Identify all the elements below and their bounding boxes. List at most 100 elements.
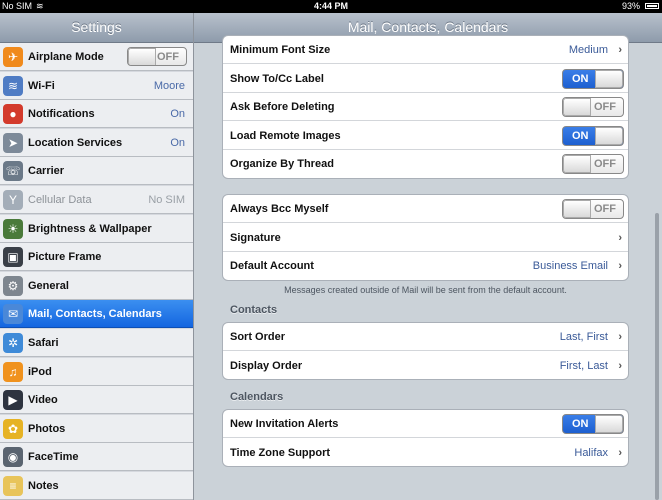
sidebar-item-ipod[interactable]: ♫ iPod	[0, 357, 193, 386]
ipod-icon: ♫	[3, 361, 23, 382]
airplane-icon: ✈	[3, 47, 23, 67]
sidebar-item-video[interactable]: ▶ Video	[0, 386, 193, 415]
default-account-value: Business Email	[532, 260, 608, 273]
calendars-group: New Invitation Alerts ON Time Zone Support…	[222, 409, 629, 467]
battery-percent: 93%	[621, 1, 640, 11]
airplane-mode-toggle[interactable]: OFF	[127, 47, 187, 66]
chevron-right-icon: ›	[618, 446, 622, 459]
sidebar-item-label: Picture Frame	[28, 251, 102, 264]
sidebar-item-label: Location Services	[28, 136, 123, 149]
sidebar-item-value: Moore	[153, 79, 185, 92]
toggle-state: ON	[572, 72, 589, 85]
time-zone-support-value: Halifax	[574, 446, 608, 459]
toggle-state: OFF	[157, 51, 179, 63]
sidebar-item-label: Video	[28, 394, 58, 407]
sidebar-item-general[interactable]: ⚙ General	[0, 271, 193, 300]
sidebar-item-value: On	[170, 108, 185, 121]
gear-icon: ⚙	[3, 275, 23, 296]
default-account-note: Messages created outside of Mail will be…	[284, 285, 567, 295]
sidebar-item-label: Notes	[28, 480, 59, 492]
show-to-cc-label-toggle[interactable]: ON	[562, 68, 624, 89]
status-bar: No SIM ≋ 4:44 PM 93%	[0, 0, 662, 13]
display-order-label: Display Order	[230, 359, 303, 372]
sidebar-item-notes[interactable]: ≡ Notes	[0, 472, 193, 500]
sidebar-title: Settings	[0, 13, 193, 43]
facetime-camera-icon: ◉	[3, 447, 23, 468]
toggle-knob	[563, 200, 591, 218]
ask-before-deleting-row: Ask Before Deleting OFF	[223, 93, 628, 122]
show-to-cc-label-row: Show To/Cc Label ON	[223, 65, 628, 93]
sidebar-item-label: Photos	[28, 422, 66, 435]
toggle-knob	[595, 69, 623, 88]
display-order-row[interactable]: Display Order First, Last ›	[223, 352, 628, 379]
ask-before-deleting-label: Ask Before Deleting	[230, 101, 335, 114]
always-bcc-myself-row: Always Bcc Myself OFF	[223, 195, 628, 223]
toggle-state: OFF	[594, 101, 616, 114]
sidebar-item-label: Mail, Contacts, Calendars	[28, 308, 162, 321]
sidebar-item-safari[interactable]: ✲ Safari	[0, 329, 193, 357]
toggle-knob	[595, 415, 623, 433]
sidebar-item-brightness[interactable]: ☀ Brightness & Wallpaper	[0, 214, 193, 243]
always-bcc-myself-label: Always Bcc Myself	[230, 203, 329, 215]
chevron-right-icon: ›	[618, 260, 622, 273]
sidebar-item-label: Safari	[28, 337, 59, 349]
load-remote-images-toggle[interactable]: ON	[562, 125, 624, 146]
sidebar-item-label: Brightness & Wallpaper	[28, 222, 152, 235]
sidebar-item-facetime[interactable]: ◉ FaceTime	[0, 443, 193, 472]
sidebar-item-label: Airplane Mode	[28, 51, 104, 63]
contacts-group: Sort Order Last, First › Display Order First…	[222, 322, 629, 380]
sidebar-item-cellular[interactable]: Y Cellular Data No SIM	[0, 186, 193, 214]
signature-row[interactable]: Signature ›	[223, 224, 628, 252]
cellular-antenna-icon: Y	[3, 190, 23, 210]
video-icon: ▶	[3, 390, 23, 411]
settings-sidebar: Settings ✈ Airplane Mode OFF ≋ Wi-Fi Moore ● No…	[0, 13, 194, 500]
sidebar-item-carrier[interactable]: ☏ Carrier	[0, 157, 193, 186]
sort-order-value: Last, First	[559, 331, 608, 343]
contacts-section-header: Contacts	[230, 304, 278, 316]
chevron-right-icon: ›	[618, 44, 622, 56]
notes-icon: ≡	[3, 476, 23, 496]
location-arrow-icon: ➤	[3, 132, 23, 153]
sidebar-item-mail[interactable]: ✉ Mail, Contacts, Calendars	[0, 300, 193, 329]
minimum-font-size-value: Medium	[568, 44, 608, 56]
time-zone-support-row[interactable]: Time Zone Support Halifax ›	[223, 439, 628, 466]
minimum-font-size-label: Minimum Font Size	[230, 44, 331, 56]
scrollbar[interactable]	[655, 213, 659, 500]
safari-compass-icon: ✲	[3, 333, 23, 353]
toggle-state: OFF	[594, 158, 616, 171]
organize-by-thread-row: Organize By Thread OFF	[223, 150, 628, 178]
picture-frame-icon: ▣	[3, 247, 23, 268]
sidebar-item-notifications[interactable]: ● Notifications On	[0, 100, 193, 129]
sidebar-item-label: iPod	[28, 365, 52, 378]
toggle-knob	[563, 155, 591, 174]
sidebar-item-airplane[interactable]: ✈ Airplane Mode OFF	[0, 43, 193, 71]
sidebar-item-location[interactable]: ➤ Location Services On	[0, 128, 193, 157]
clock: 4:44 PM	[313, 1, 348, 11]
organize-by-thread-label: Organize By Thread	[230, 158, 334, 171]
mail-options-group-1: Minimum Font Size Medium › Show To/Cc Label…	[222, 35, 629, 179]
brightness-icon: ☀	[3, 218, 23, 239]
toggle-knob	[595, 126, 623, 145]
toggle-state: ON	[572, 418, 589, 430]
calendars-section-header: Calendars	[230, 391, 284, 403]
sidebar-item-photos[interactable]: ✿ Photos	[0, 414, 193, 443]
minimum-font-size-row[interactable]: Minimum Font Size Medium ›	[223, 36, 628, 64]
sort-order-label: Sort Order	[230, 331, 286, 343]
battery-icon	[645, 3, 659, 9]
new-invitation-alerts-toggle[interactable]: ON	[562, 414, 624, 434]
sidebar-item-label: General	[28, 279, 69, 292]
mail-options-group-2: Always Bcc Myself OFF Signature › Default Ac…	[222, 194, 629, 281]
sidebar-item-picture-frame[interactable]: ▣ Picture Frame	[0, 243, 193, 272]
sidebar-item-wifi[interactable]: ≋ Wi-Fi Moore	[0, 71, 193, 100]
sidebar-item-label: Notifications	[28, 108, 95, 121]
display-order-value: First, Last	[559, 359, 608, 372]
always-bcc-myself-toggle[interactable]: OFF	[562, 199, 624, 219]
default-account-row[interactable]: Default Account Business Email ›	[223, 252, 628, 280]
chevron-right-icon: ›	[618, 359, 622, 372]
organize-by-thread-toggle[interactable]: OFF	[562, 154, 624, 175]
photos-sunflower-icon: ✿	[3, 418, 23, 439]
ask-before-deleting-toggle[interactable]: OFF	[562, 97, 624, 118]
sort-order-row[interactable]: Sort Order Last, First ›	[223, 323, 628, 351]
signature-label: Signature	[230, 231, 281, 244]
sidebar-item-label: Carrier	[28, 165, 65, 178]
